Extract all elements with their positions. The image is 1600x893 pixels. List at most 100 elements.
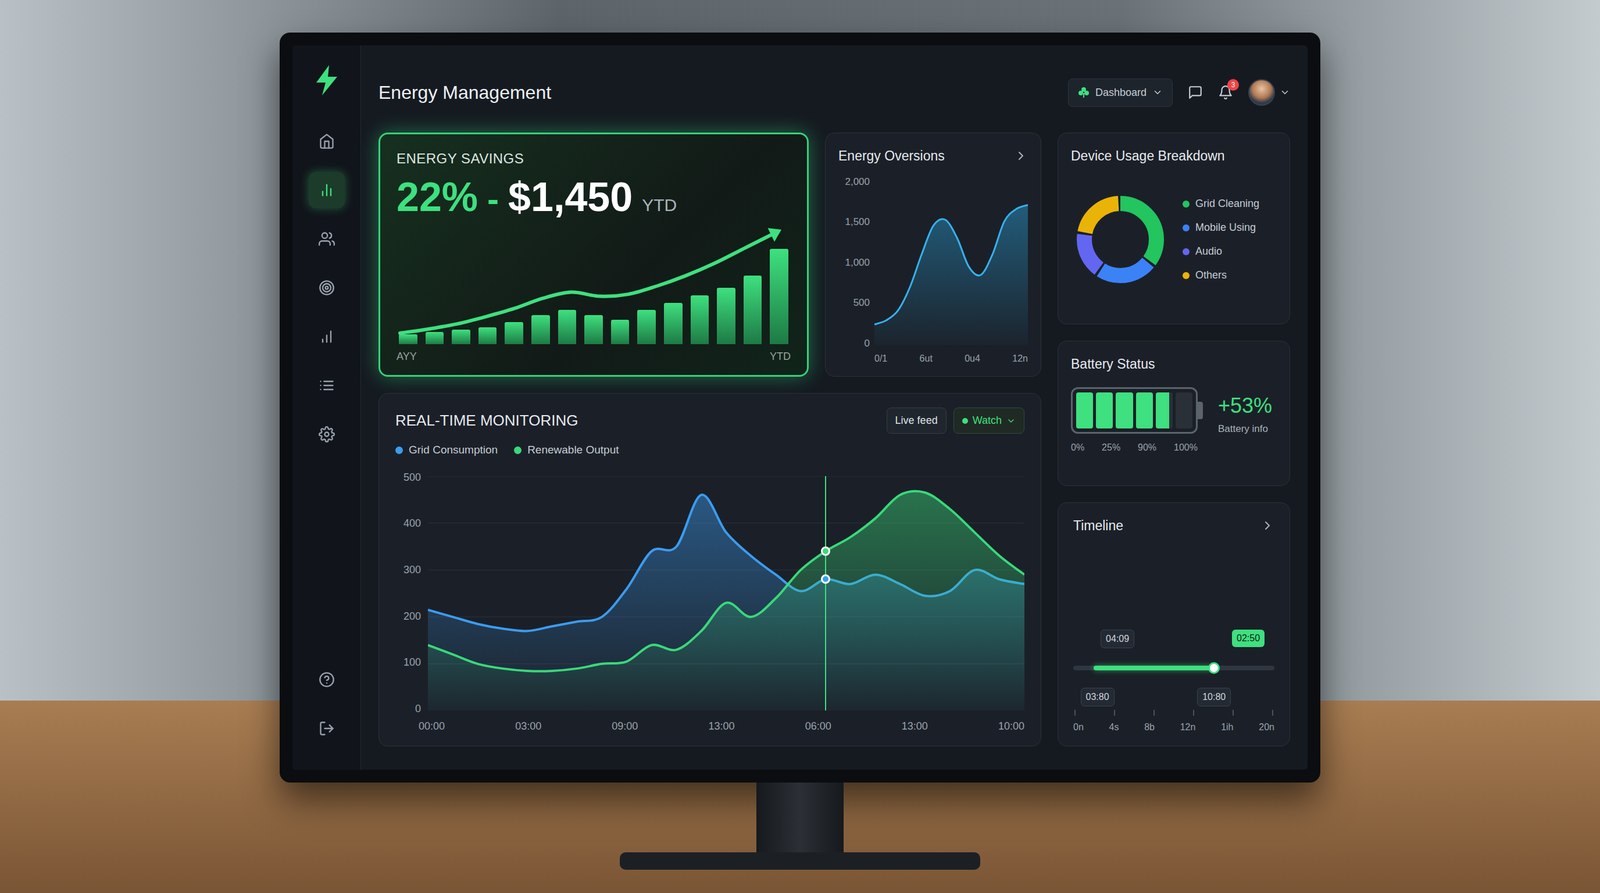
settings-icon (318, 426, 335, 443)
savings-headline: 22%-$1,450 YTD (396, 175, 791, 220)
messages-button[interactable] (1187, 84, 1203, 100)
dashboard-grid: ENERGY SAVINGS22%-$1,450YTDAYYYTDEnergy … (378, 132, 1291, 747)
battery-status-card: Battery Status0%25%90%100%+53%Battery in… (1057, 340, 1291, 487)
notifications-button[interactable]: 3 (1218, 84, 1234, 100)
oversions-chart (874, 180, 1028, 346)
savings-bar (398, 334, 418, 345)
y-axis: 2,0001,5001,0005000 (838, 174, 875, 352)
message-icon (1187, 84, 1203, 100)
savings-separator: - (487, 180, 499, 219)
chevron-right-icon (1013, 148, 1028, 163)
cursor-point (820, 574, 831, 584)
battery-reading: +53% (1218, 390, 1273, 422)
card-title: REAL-TIME MONITORING (395, 409, 578, 432)
legend-item: Others (1182, 267, 1260, 284)
sidebar-item[interactable] (308, 318, 345, 355)
card-title: Timeline (1073, 515, 1124, 537)
savings-bar (611, 319, 630, 345)
office-scene: Energy ManagementDashboard3ENERGY SAVING… (0, 0, 1600, 893)
list-icon (318, 377, 335, 394)
savings-bar (558, 309, 577, 345)
battery-segment (1095, 392, 1113, 429)
energy-oversions-card: Energy Oversions 2,0001,5001,00050000/16u… (825, 132, 1042, 377)
trend-arrow-icon (768, 227, 782, 242)
battery-segment (1155, 392, 1173, 429)
timeline-label: 10:80 (1197, 687, 1231, 707)
header-actions: Dashboard 3 (1068, 78, 1291, 107)
series (427, 490, 1025, 711)
monitor-base (619, 852, 981, 870)
donut-chart (1070, 190, 1170, 289)
watch-dropdown[interactable]: Watch (953, 407, 1025, 434)
device-usage-card: Device Usage BreakdownGrid CleaningMobil… (1057, 132, 1291, 325)
monitor-neck (756, 782, 844, 853)
savings-bar (637, 309, 656, 345)
timeline-handle[interactable] (1208, 662, 1220, 674)
avatar (1248, 79, 1275, 106)
user-menu[interactable] (1248, 79, 1291, 106)
sidebar-item[interactable] (308, 367, 345, 404)
sidebar-item[interactable] (308, 220, 345, 257)
signal-icon (318, 328, 335, 345)
chevron-right-icon (1260, 518, 1275, 533)
sidebar-item[interactable] (308, 123, 345, 160)
logout-icon (318, 720, 335, 737)
main-content: Energy ManagementDashboard3ENERGY SAVING… (361, 45, 1308, 770)
lightning-logo-icon (315, 65, 339, 96)
dashboard-dropdown[interactable]: Dashboard (1068, 78, 1173, 107)
timeline-label: 04:09 (1100, 629, 1135, 649)
clover-icon (1077, 86, 1090, 99)
timeline-label: 02:50 (1231, 629, 1265, 648)
battery-meter (1070, 387, 1198, 434)
home-icon (318, 133, 335, 150)
device-legend: Grid CleaningMobile UsingAudioOthers (1182, 195, 1260, 284)
help-icon (318, 671, 335, 688)
gauge-icon (318, 279, 335, 296)
card-title: Energy Oversions (838, 145, 945, 167)
screen: Energy ManagementDashboard3ENERGY SAVING… (292, 45, 1308, 770)
x-axis: 00:0003:0009:0013:0006:0013:0010:00 (395, 718, 1025, 735)
timeline-slider[interactable]: 04:0903:8010:8002:50 (1073, 627, 1275, 709)
savings-axis: AYYYTD (396, 348, 791, 365)
sidebar (292, 45, 362, 770)
sidebar-nav (308, 123, 345, 453)
savings-percent: 22% (396, 175, 478, 220)
timeline-card: Timeline04:0903:8010:8002:500n4s8b12n1ih… (1057, 502, 1291, 747)
x-axis: 0/16ut0u412n (838, 351, 1028, 366)
chart-legend: Grid ConsumptionRenewable Output (395, 441, 1025, 459)
savings-period: YTD (641, 191, 677, 219)
savings-bar (504, 322, 524, 345)
sidebar-item[interactable] (308, 416, 345, 453)
cursor-point (820, 546, 831, 556)
help-button[interactable] (308, 661, 345, 698)
open-button[interactable] (1260, 518, 1275, 533)
sidebar-item[interactable] (308, 172, 345, 209)
sidebar-item[interactable] (308, 269, 345, 306)
savings-bar (478, 327, 498, 345)
savings-bar (663, 302, 683, 345)
battery-segment (1076, 392, 1094, 429)
timeline-fill (1093, 665, 1215, 671)
savings-bar (451, 329, 471, 345)
sidebar-bottom (308, 661, 345, 747)
savings-bar (743, 275, 763, 345)
legend-item: Mobile Using (1182, 219, 1260, 236)
battery-segment (1175, 392, 1193, 429)
battery-segment (1136, 392, 1153, 429)
status-dot (962, 418, 969, 424)
notification-badge: 3 (1227, 79, 1239, 91)
card-title: Battery Status (1070, 354, 1277, 375)
live-feed-button[interactable]: Live feed (886, 407, 947, 434)
battery-caption: Battery info (1218, 421, 1273, 437)
open-button[interactable] (1013, 148, 1028, 163)
legend-item: Grid Consumption (395, 441, 498, 459)
legend-item: Audio (1182, 243, 1260, 260)
timeline-ticks (1073, 709, 1275, 716)
logout-button[interactable] (308, 710, 345, 747)
chevron-down-icon (1152, 87, 1163, 98)
header: Energy ManagementDashboard3 (378, 60, 1291, 125)
chevron-down-icon (1006, 416, 1016, 426)
savings-amount: $1,450 (508, 175, 633, 220)
real-time-monitoring-card: REAL-TIME MONITORING Live feedWatch Grid C… (378, 393, 1042, 747)
card-title: Device Usage Breakdown (1070, 145, 1277, 167)
